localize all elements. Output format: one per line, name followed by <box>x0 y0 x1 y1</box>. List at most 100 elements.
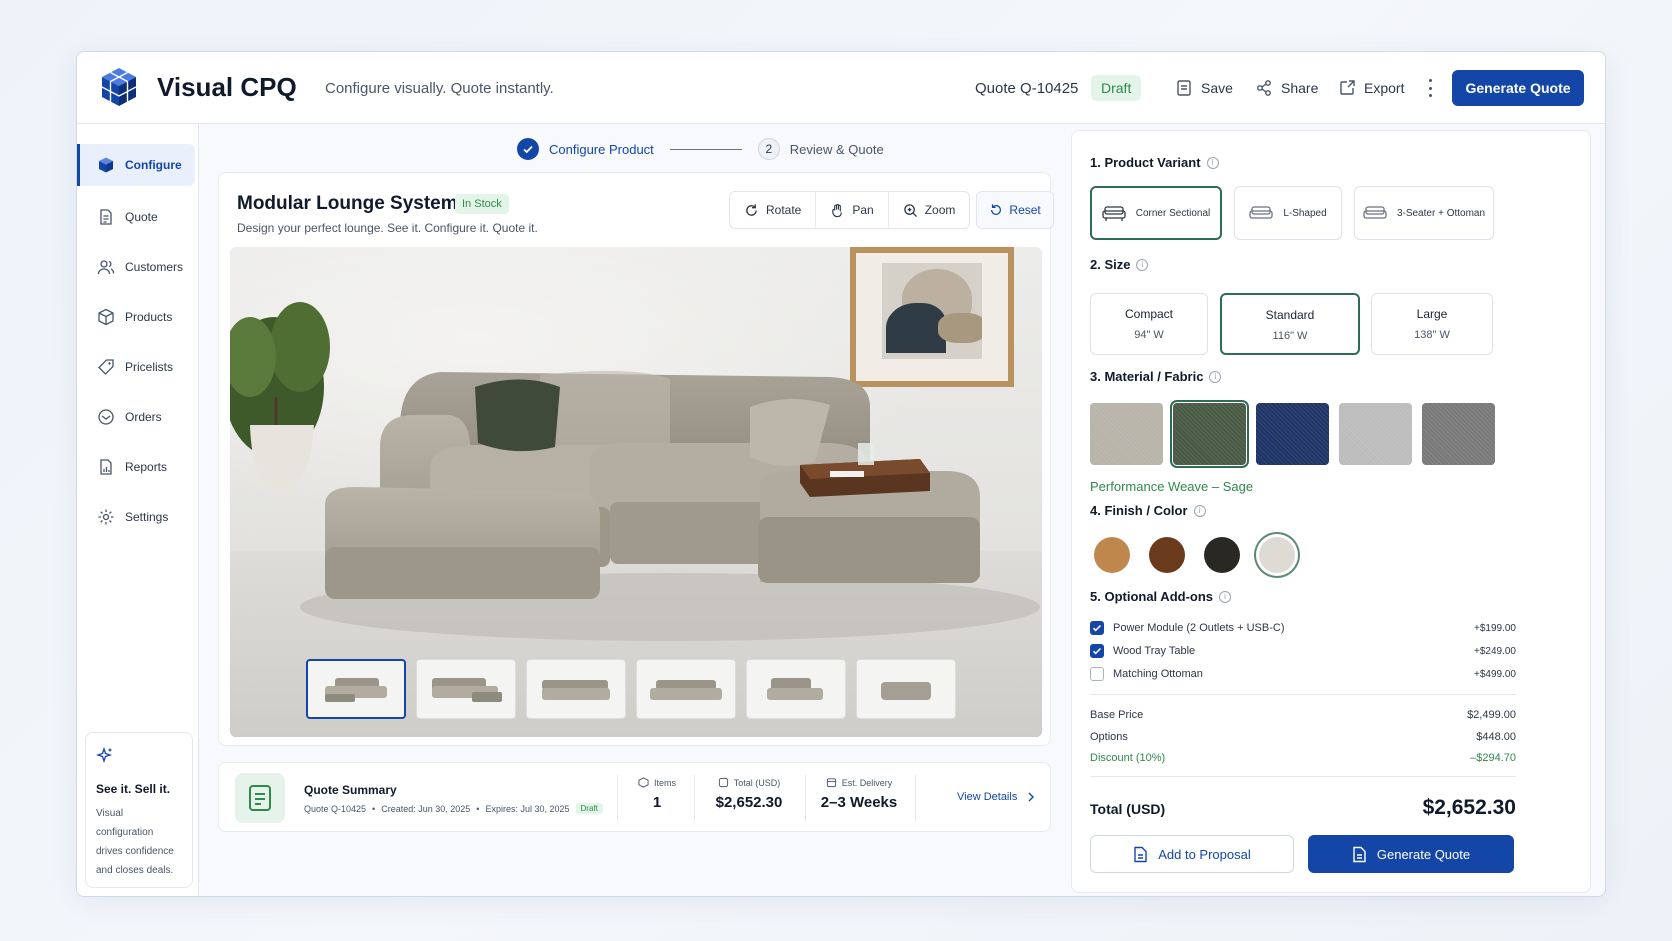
sidebar-item-label: Orders <box>125 410 162 424</box>
export-button[interactable]: Export <box>1338 74 1404 102</box>
zoom-label: Zoom <box>924 203 956 217</box>
section-optional-addons: 5. Optional Add-ons i <box>1090 589 1232 604</box>
app-window: Visual CPQ Configure visually. Quote ins… <box>76 51 1606 897</box>
app-title: Visual CPQ <box>157 72 297 102</box>
promo-text: Visual configuration drives confidence a… <box>96 808 174 876</box>
sidebar-item-label: Reports <box>125 460 168 474</box>
fabric-swatch-sage[interactable] <box>1170 400 1249 468</box>
sidebar-item-label: Pricelists <box>125 360 174 374</box>
variant-l-shaped[interactable]: L-Shaped <box>1234 186 1342 240</box>
reset-icon <box>991 204 1002 215</box>
fabric-swatch-navy[interactable] <box>1256 403 1329 465</box>
thumbnail-view-6[interactable] <box>856 659 956 719</box>
save-button[interactable]: Save <box>1175 74 1233 102</box>
promo-title: See it. Sell it. <box>96 782 171 796</box>
addon-checkbox-wood-tray[interactable] <box>1090 644 1104 658</box>
view-details-link[interactable]: View Details <box>957 791 1035 803</box>
report-icon <box>100 459 112 475</box>
quote-summary-bar: Quote Summary Quote Q-10425 • Created: J… <box>218 762 1051 832</box>
document-icon <box>1134 846 1147 862</box>
app-tagline: Configure visually. Quote instantly. <box>325 80 554 97</box>
thumbnail-view-4[interactable] <box>636 659 736 719</box>
sidebar-item-customers[interactable]: Customers <box>77 246 199 288</box>
finish-swatch-natural-oak[interactable] <box>1094 537 1130 573</box>
pan-button[interactable]: Pan <box>816 192 889 228</box>
summary-expires: Expires: Jul 30, 2025 <box>485 803 570 814</box>
product-viewer-card: Modular Lounge System In Stock Design yo… <box>218 172 1054 746</box>
summary-created: Created: Jun 30, 2025 <box>381 803 471 814</box>
generate-quote-button-header[interactable]: Generate Quote <box>1452 70 1584 106</box>
step-number: 2 <box>757 138 780 160</box>
info-icon[interactable]: i <box>1206 156 1219 169</box>
step-review-quote[interactable]: Review & Quote <box>790 142 884 157</box>
sidebar-item-label: Configure <box>125 158 182 172</box>
add-to-proposal-button[interactable]: Add to Proposal <box>1090 835 1294 873</box>
info-icon[interactable]: i <box>1193 504 1206 517</box>
quote-id: Quote Q-10425 <box>975 80 1079 97</box>
sidebar-item-configure[interactable]: Configure <box>77 144 195 186</box>
zoom-button[interactable]: Zoom <box>889 192 970 228</box>
sidebar-item-settings[interactable]: Settings <box>77 496 199 538</box>
progress-stepper: Configure Product 2 Review & Quote <box>517 138 884 160</box>
section-material-fabric: 3. Material / Fabric i <box>1090 369 1222 384</box>
rotate-button[interactable]: Rotate <box>730 192 817 228</box>
product-3d-viewer[interactable] <box>230 247 1042 737</box>
sidebar-item-reports[interactable]: Reports <box>77 446 199 488</box>
finish-swatch-ivory[interactable] <box>1259 537 1295 573</box>
info-icon[interactable]: i <box>1209 370 1222 383</box>
thumbnail-view-3[interactable] <box>526 659 626 719</box>
box-icon <box>98 308 114 326</box>
cube-logo-icon <box>101 68 137 106</box>
share-button[interactable]: Share <box>1255 74 1318 102</box>
fabric-swatch-oatmeal[interactable] <box>1090 403 1163 465</box>
sidebar-item-pricelists[interactable]: Pricelists <box>77 346 199 388</box>
variant-3-seater-ottoman[interactable]: 3-Seater + Ottoman <box>1354 186 1494 240</box>
info-icon[interactable]: i <box>1219 590 1232 603</box>
sidebar-item-label: Products <box>125 310 173 324</box>
status-badge: Draft <box>1091 75 1142 101</box>
thumbnail-view-2[interactable] <box>416 659 516 719</box>
size-standard[interactable]: Standard 116" W <box>1220 293 1360 355</box>
tag-icon <box>98 359 114 375</box>
finish-swatch-walnut[interactable] <box>1149 537 1185 573</box>
info-icon[interactable]: i <box>1136 258 1149 271</box>
sidebar-item-quote[interactable]: Quote <box>77 196 199 238</box>
total-price: $2,652.30 <box>1422 796 1516 819</box>
price-row-base: Base Price $2,499.00 <box>1090 709 1516 721</box>
addon-checkbox-power-module[interactable] <box>1090 621 1104 635</box>
addon-checkbox-ottoman[interactable] <box>1090 667 1104 681</box>
summary-total: Total (USD) $2,652.30 <box>715 777 783 812</box>
share-icon <box>1257 80 1271 96</box>
document-icon <box>1353 846 1366 862</box>
items-icon <box>638 777 649 788</box>
size-compact[interactable]: Compact 94" W <box>1090 293 1208 355</box>
reset-button[interactable]: Reset <box>976 191 1054 229</box>
product-subtitle: Design your perfect lounge. See it. Conf… <box>237 221 538 235</box>
size-large[interactable]: Large 138" W <box>1371 293 1493 355</box>
fabric-swatch-charcoal[interactable] <box>1422 403 1495 465</box>
summary-status-badge: Draft <box>575 803 603 814</box>
summary-items: Items 1 <box>637 777 677 811</box>
finish-swatch-espresso[interactable] <box>1204 537 1240 573</box>
generate-quote-button[interactable]: Generate Quote <box>1308 835 1514 873</box>
summary-delivery: Est. Delivery 2–3 Weeks <box>820 777 898 812</box>
chevron-right-icon <box>1028 792 1035 802</box>
orders-icon <box>98 409 114 425</box>
fabric-swatch-light-gray[interactable] <box>1339 403 1412 465</box>
viewer-toolbar: Rotate Pan Zoom Reset <box>729 191 1054 229</box>
sidebar-item-label: Settings <box>125 510 169 524</box>
addon-row: Matching Ottoman +$499.00 <box>1090 667 1516 681</box>
more-menu-icon[interactable] <box>1425 76 1435 100</box>
selected-fabric-name: Performance Weave – Sage <box>1090 479 1254 494</box>
sidebar-item-orders[interactable]: Orders <box>77 396 199 438</box>
promo-card: See it. Sell it. Visual configuration dr… <box>85 732 193 888</box>
variant-corner-sectional[interactable]: Corner Sectional <box>1090 186 1222 240</box>
thumbnail-view-5[interactable] <box>746 659 846 719</box>
calendar-icon <box>826 778 836 788</box>
step-connector <box>669 148 742 150</box>
thumbnail-view-1[interactable] <box>306 659 406 719</box>
sofa-icon <box>1249 206 1273 219</box>
stock-badge: In Stock <box>455 194 509 214</box>
step-configure-product[interactable]: Configure Product <box>549 142 654 157</box>
sidebar-item-products[interactable]: Products <box>77 296 199 338</box>
